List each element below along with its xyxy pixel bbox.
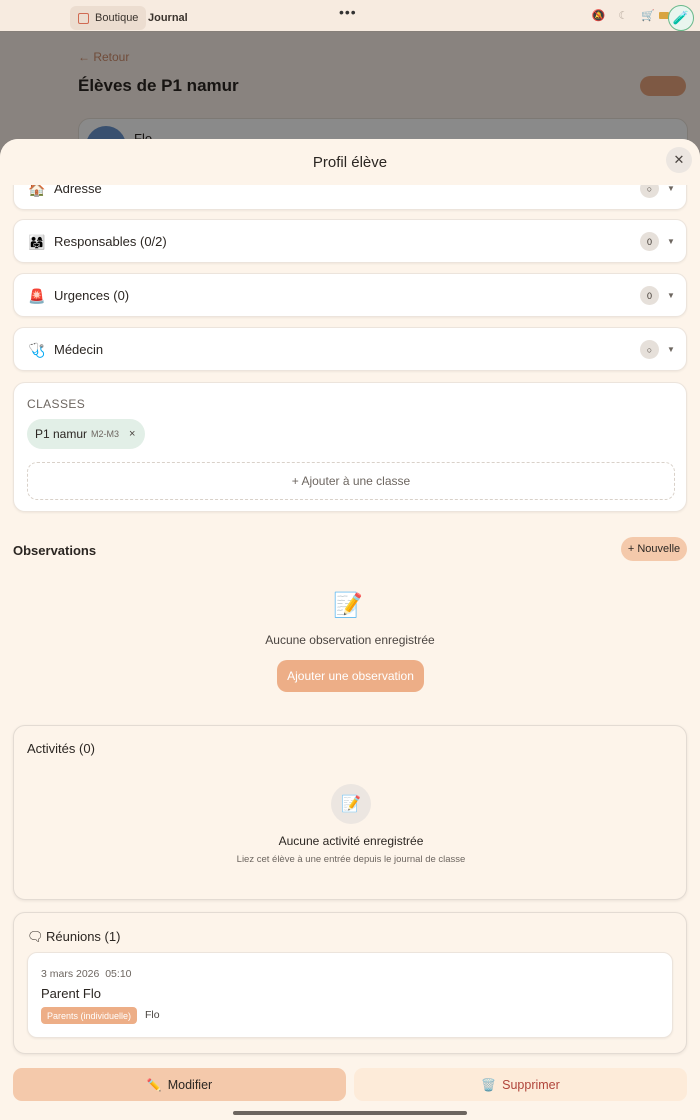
edit-label: Modifier: [167, 1077, 213, 1092]
siren-icon: 🚨: [28, 287, 46, 304]
add-observation-button[interactable]: Ajouter une observation: [277, 660, 424, 692]
count-badge: 0: [640, 286, 659, 305]
meeting-name: Parent Flo: [41, 986, 101, 1001]
status-icons: 🔕 ☾ 🛒: [591, 10, 660, 22]
meeting-item[interactable]: 3 mars 2026 05:10 Parent Flo Parents (in…: [27, 952, 673, 1038]
bag-icon: [78, 12, 89, 24]
meeting-datetime: 3 mars 2026 05:10: [41, 968, 132, 980]
test-tube-icon[interactable]: 🧪: [668, 5, 694, 31]
new-observation-button[interactable]: + Nouvelle: [621, 537, 687, 561]
edit-button[interactable]: ✏️ Modifier: [13, 1068, 346, 1101]
activities-empty-text: Aucune activité enregistrée: [278, 834, 424, 848]
more-menu-icon[interactable]: •••: [339, 4, 357, 20]
chat-bubble-icon: 🗨: [27, 929, 44, 944]
meetings-title: Réunions (1): [46, 929, 121, 944]
meetings-card: 🗨 Réunions (1) 3 mars 2026 05:10 Parent …: [13, 912, 687, 1054]
chevron-down-icon: ▼: [667, 184, 675, 193]
meeting-date: 3 mars 2026: [41, 968, 100, 980]
add-to-class-button[interactable]: + Ajouter à une classe: [27, 462, 675, 500]
memo-icon: 📝: [333, 592, 363, 619]
classes-title: CLASSES: [27, 397, 86, 411]
home-indicator: [233, 1111, 467, 1115]
stethoscope-icon: 🩺: [28, 341, 46, 358]
section-responsables[interactable]: 👨‍👩‍👧 Responsables (0/2) 0 ▼: [13, 219, 687, 263]
section-label: Médecin: [54, 342, 104, 357]
memo-icon: 📝: [331, 784, 371, 824]
section-label: Urgences (0): [54, 288, 130, 303]
meeting-person: Flo: [145, 1009, 160, 1021]
activities-title: Activités (0): [27, 741, 95, 756]
class-chip: P1 namur M2-M3 ×: [27, 419, 146, 449]
observations-title: Observations: [13, 543, 97, 558]
classes-card: CLASSES P1 namur M2-M3 × + Ajouter à une…: [13, 382, 687, 512]
chevron-down-icon: ▼: [667, 345, 675, 354]
meeting-type-tag: Parents (individuelle): [41, 1007, 138, 1024]
section-label: Responsables (0/2): [54, 234, 167, 249]
pencil-icon: ✏️: [146, 1077, 162, 1092]
chevron-down-icon: ▼: [667, 237, 675, 246]
tab-journal[interactable]: Journal: [148, 6, 188, 30]
family-icon: 👨‍👩‍👧: [28, 233, 46, 250]
delete-label: Supprimer: [502, 1077, 560, 1092]
observations-empty-text: Aucune observation enregistrée: [265, 633, 435, 647]
remove-class-icon[interactable]: ×: [129, 428, 135, 440]
class-name: P1 namur: [35, 427, 88, 441]
count-badge: 0: [640, 232, 659, 251]
sheet-title: Profil élève: [312, 154, 388, 171]
sheet-header: Profil élève ✕: [0, 139, 700, 185]
trash-icon: 🗑️: [481, 1077, 497, 1092]
activities-empty-hint: Liez cet élève à une entrée depuis le jo…: [236, 854, 466, 865]
chevron-down-icon: ▼: [667, 291, 675, 300]
meeting-time: 05:10: [105, 968, 132, 980]
class-level: M2-M3: [91, 429, 120, 439]
status-badge: ○: [640, 340, 659, 359]
close-icon[interactable]: ✕: [666, 147, 692, 173]
browser-top-bar: Boutique Journal ••• 🔕 ☾ 🛒 🧪: [0, 0, 700, 32]
activities-card: Activités (0) 📝 Aucune activité enregist…: [13, 725, 687, 900]
student-profile-sheet: 🏠 Adresse ○ ▼ 👨‍👩‍👧 Responsables (0/2) 0…: [0, 139, 700, 1120]
section-medecin[interactable]: 🩺 Médecin ○ ▼: [13, 327, 687, 371]
tab-journal-label: Journal: [148, 12, 188, 24]
delete-button[interactable]: 🗑️ Supprimer: [354, 1068, 687, 1101]
tab-boutique-label: Boutique: [95, 12, 139, 24]
section-urgences[interactable]: 🚨 Urgences (0) 0 ▼: [13, 273, 687, 317]
tab-boutique[interactable]: Boutique: [70, 6, 146, 30]
